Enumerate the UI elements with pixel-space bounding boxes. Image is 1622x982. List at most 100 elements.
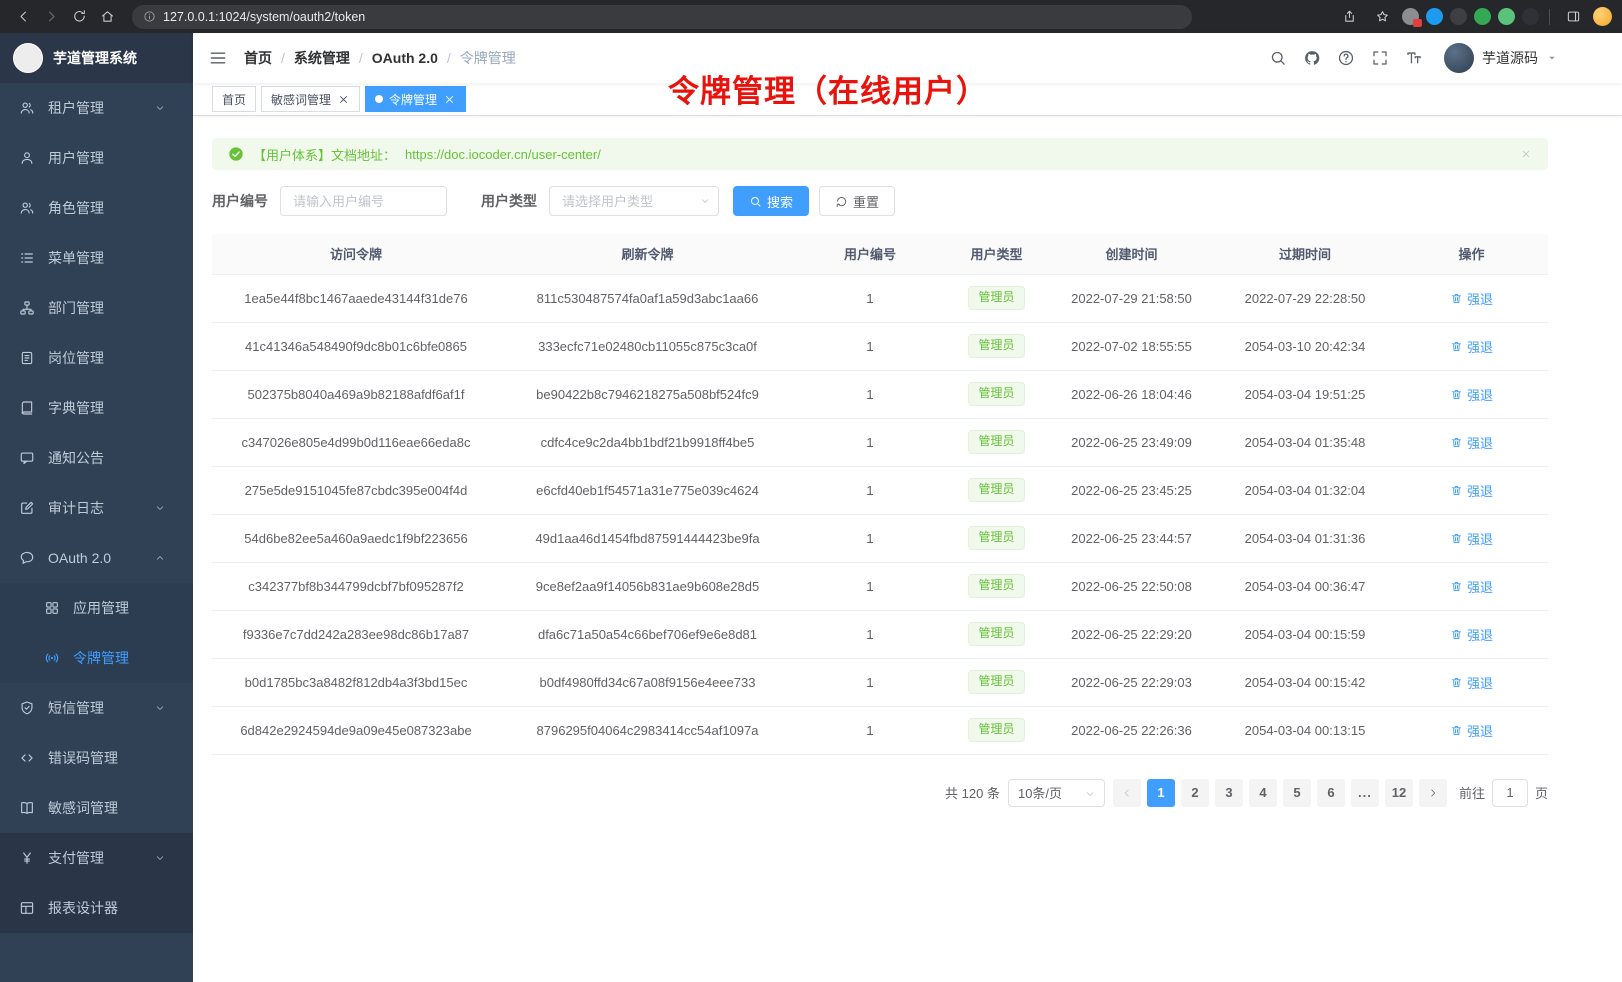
page-ellipsis[interactable]: ...	[1351, 779, 1379, 807]
table-row: b0d1785bc3a8482f812db4a3f3bd15ecb0df4980…	[212, 658, 1548, 706]
pagination-total: 共 120 条	[945, 783, 1000, 802]
user-dropdown[interactable]: 芋道源码	[1444, 43, 1558, 73]
page-number-button[interactable]: 1	[1147, 779, 1175, 807]
close-icon[interactable]	[1520, 148, 1532, 160]
page-number-button[interactable]: 5	[1283, 779, 1311, 807]
force-logout-button[interactable]: 强退	[1450, 625, 1493, 644]
sidebar-item-dict[interactable]: 字典管理	[0, 383, 193, 433]
access-token-cell: 275e5de9151045fe87cbdc395e004f4d	[212, 466, 500, 514]
github-button[interactable]	[1296, 43, 1327, 74]
site-info-icon[interactable]	[143, 10, 156, 23]
user-type-tag: 管理员	[968, 478, 1024, 502]
force-logout-button[interactable]: 强退	[1450, 385, 1493, 404]
goto-page-input[interactable]	[1492, 779, 1528, 807]
sidebar-item-report-designer[interactable]: 报表设计器	[0, 883, 193, 933]
force-logout-button[interactable]: 强退	[1450, 289, 1493, 308]
extension-icon[interactable]	[1426, 8, 1443, 25]
address-bar[interactable]: 127.0.0.1:1024/system/oauth2/token	[132, 5, 1192, 29]
sidebar-item-audit-log[interactable]: 审计日志	[0, 483, 193, 533]
close-icon[interactable]	[443, 93, 456, 106]
sidebar-item-dept[interactable]: 部门管理	[0, 283, 193, 333]
browser-home-button[interactable]	[94, 4, 120, 30]
view-tab[interactable]: 令牌管理	[365, 86, 466, 112]
sidebar-item-user[interactable]: 用户管理	[0, 133, 193, 183]
help-button[interactable]	[1330, 43, 1361, 74]
sidebar-item-pay[interactable]: 支付管理	[0, 833, 193, 883]
user-icon	[19, 150, 35, 166]
sidebar-item-label: 敏感词管理	[48, 798, 118, 818]
browser-reload-button[interactable]	[66, 4, 92, 30]
extension-icon[interactable]	[1474, 8, 1491, 25]
search-submit-button[interactable]: 搜索	[733, 186, 809, 216]
tags-view: 首页敏感词管理令牌管理	[193, 83, 1622, 116]
view-tab[interactable]: 敏感词管理	[261, 86, 360, 112]
user-type-cell: 管理员	[945, 610, 1048, 658]
chevron-down-icon	[1084, 788, 1096, 800]
force-logout-button[interactable]: 强退	[1450, 721, 1493, 740]
browser-forward-button[interactable]	[38, 4, 64, 30]
font-size-button[interactable]	[1398, 43, 1429, 74]
column-header: 用户编号	[795, 234, 945, 274]
refresh-token-cell: b0df4980ffd34c67a08f9156e4eee733	[500, 658, 795, 706]
trash-icon	[1450, 340, 1463, 353]
page-number-button[interactable]: 4	[1249, 779, 1277, 807]
force-logout-button[interactable]: 强退	[1450, 577, 1493, 596]
forward-icon	[44, 9, 59, 24]
next-page-button[interactable]	[1419, 779, 1447, 807]
sidebar-item-sms[interactable]: 短信管理	[0, 683, 193, 733]
sidebar-item-notice[interactable]: 通知公告	[0, 433, 193, 483]
page-number-button[interactable]: 2	[1181, 779, 1209, 807]
extension-icon[interactable]	[1522, 8, 1539, 25]
sidebar-item-oauth2-token[interactable]: 令牌管理	[0, 633, 193, 683]
user-type-tag: 管理员	[968, 670, 1024, 694]
alert-doc-link[interactable]: https://doc.iocoder.cn/user-center/	[405, 147, 601, 162]
extension-icon[interactable]	[1498, 8, 1515, 25]
trash-icon	[1450, 724, 1463, 737]
force-logout-button[interactable]: 强退	[1450, 433, 1493, 452]
breadcrumb-item[interactable]: OAuth 2.0	[372, 50, 438, 66]
app-logo[interactable]: 芋道管理系统	[0, 33, 193, 83]
page-size-select[interactable]: 10条/页	[1008, 779, 1105, 807]
fullscreen-button[interactable]	[1364, 43, 1395, 74]
force-logout-button[interactable]: 强退	[1450, 529, 1493, 548]
view-tab[interactable]: 首页	[212, 86, 256, 112]
user-type-select[interactable]	[549, 186, 719, 216]
prev-page-button[interactable]	[1113, 779, 1141, 807]
page-number-button[interactable]: 6	[1317, 779, 1345, 807]
bookmark-button[interactable]	[1369, 4, 1395, 30]
sidebar-item-sensitive-word[interactable]: 敏感词管理	[0, 783, 193, 833]
breadcrumb-item[interactable]: 系统管理	[294, 48, 350, 68]
sidebar-item-role[interactable]: 角色管理	[0, 183, 193, 233]
sidebar-item-label: 通知公告	[48, 448, 104, 468]
page-number-button[interactable]: 12	[1385, 779, 1413, 807]
share-button[interactable]	[1336, 4, 1362, 30]
sidebar-item-error-code[interactable]: 错误码管理	[0, 733, 193, 783]
browser-back-button[interactable]	[10, 4, 36, 30]
user-type-select-input[interactable]	[549, 186, 719, 216]
refresh-token-cell: 8796295f04064c2983414cc54af1097a	[500, 706, 795, 754]
table-row: c342377bf8b344799dcbf7bf095287f29ce8ef2a…	[212, 562, 1548, 610]
close-icon[interactable]	[337, 93, 350, 106]
sidebar-item-oauth2-app[interactable]: 应用管理	[0, 583, 193, 633]
search-button[interactable]	[1262, 43, 1293, 74]
force-logout-button[interactable]: 强退	[1450, 481, 1493, 500]
page-number-button[interactable]: 3	[1215, 779, 1243, 807]
browser-profile-avatar[interactable]	[1593, 7, 1612, 26]
force-logout-button[interactable]: 强退	[1450, 337, 1493, 356]
sidebar-item-menu[interactable]: 菜单管理	[0, 233, 193, 283]
sidebar-item-oauth2[interactable]: OAuth 2.0	[0, 533, 193, 583]
extension-icon[interactable]	[1450, 8, 1467, 25]
user-id-input[interactable]	[280, 186, 447, 216]
tree-icon	[19, 300, 35, 316]
extension-icon[interactable]	[1402, 8, 1419, 25]
user-id-cell: 1	[795, 706, 945, 754]
sidebar-item-post[interactable]: 岗位管理	[0, 333, 193, 383]
side-panel-button[interactable]	[1560, 4, 1586, 30]
sidebar-item-label: 错误码管理	[48, 748, 118, 768]
sidebar-item-tenant[interactable]: 租户管理	[0, 83, 193, 133]
breadcrumb-item[interactable]: 首页	[244, 48, 272, 68]
shield-icon	[19, 700, 35, 716]
force-logout-button[interactable]: 强退	[1450, 673, 1493, 692]
hamburger-icon[interactable]	[208, 48, 228, 68]
reset-button[interactable]: 重置	[819, 186, 895, 216]
